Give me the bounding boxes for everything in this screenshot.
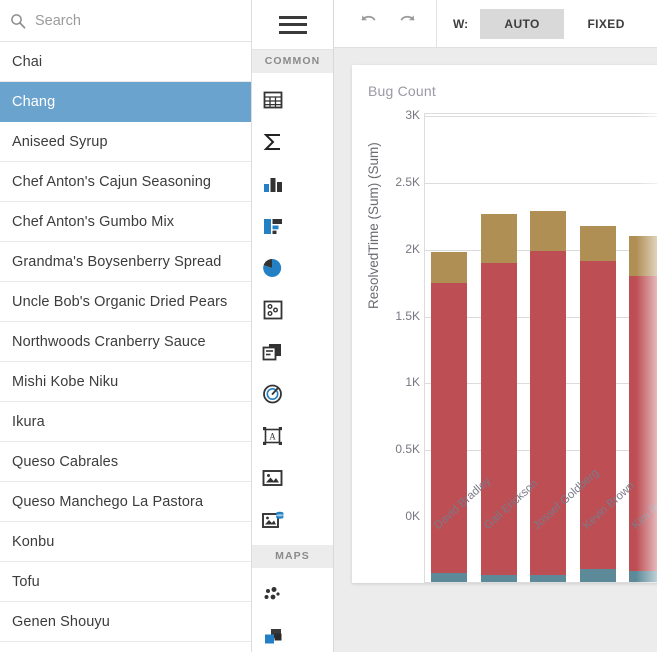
list-item[interactable]: Queso Cabrales xyxy=(0,442,251,482)
bar-segment-tan[interactable] xyxy=(530,211,566,252)
undo-icon xyxy=(357,10,379,37)
sigma-aggregate-tool-button[interactable] xyxy=(252,121,293,163)
grid-line xyxy=(425,182,657,184)
width-control: W: AUTO FIXED xyxy=(445,8,649,39)
y-tick-label: 3K xyxy=(405,108,420,122)
history-controls xyxy=(334,4,428,44)
pie-chart-icon xyxy=(261,257,285,279)
toolbar-divider xyxy=(436,0,437,48)
text-card-icon xyxy=(261,341,284,363)
bar-segment-tan[interactable] xyxy=(431,251,467,283)
image-data-tool-button[interactable] xyxy=(252,499,293,541)
y-tick-label: 1K xyxy=(405,375,420,390)
gauge-icon xyxy=(261,383,284,405)
list-item[interactable]: Ikura xyxy=(0,402,251,442)
list-item[interactable]: Genen Shouyu xyxy=(0,602,251,642)
y-tick-label: 1.5K xyxy=(395,308,420,323)
items-list[interactable]: Chai Chang Aniseed Syrup Chef Anton's Cajun… xyxy=(0,42,251,652)
y-tick-label: 0.5K xyxy=(395,442,420,457)
toolbox-section-grid xyxy=(252,568,333,652)
canvas-area: W: AUTO FIXED Bug Count ResolvedTime (Su… xyxy=(334,0,657,652)
svg-text:A: A xyxy=(269,432,276,442)
grid-table-icon xyxy=(262,89,284,111)
redo-button[interactable] xyxy=(388,4,428,44)
grid-table-tool-button[interactable] xyxy=(252,79,293,121)
point-map-icon xyxy=(261,584,285,606)
toolbox-section-title: MAPS xyxy=(252,545,333,568)
search-icon xyxy=(10,13,26,29)
text-box-tool-button[interactable]: A xyxy=(252,415,293,457)
undo-button[interactable] xyxy=(348,4,388,44)
bar-segment-tan[interactable] xyxy=(480,213,517,264)
image-data-icon xyxy=(261,509,285,531)
list-item[interactable]: Chang xyxy=(0,82,251,122)
width-label: W: xyxy=(453,16,469,31)
list-item[interactable]: Chef Anton's Gumbo Mix xyxy=(0,202,251,242)
shape-map-tool-button[interactable] xyxy=(252,616,293,652)
text-card-tool-button[interactable] xyxy=(252,331,293,373)
image-icon xyxy=(261,467,284,489)
list-item[interactable]: Northwoods Cranberry Sauce xyxy=(0,322,251,362)
list-item[interactable]: Konbu xyxy=(0,522,251,562)
top-toolbar: W: AUTO FIXED xyxy=(334,0,657,48)
list-item[interactable]: Chai xyxy=(0,42,251,82)
redo-icon xyxy=(397,10,419,37)
y-tick-label: 0K xyxy=(405,509,420,523)
y-tick-label: 2.5K xyxy=(395,174,420,189)
search-bar[interactable] xyxy=(0,0,251,42)
list-item[interactable]: Queso Manchego La Pastora xyxy=(0,482,251,522)
width-auto-button[interactable]: AUTO xyxy=(480,8,565,39)
toolbox-section-grid: A xyxy=(252,73,333,545)
bar-chart-icon xyxy=(261,173,285,195)
bar-segment-tan[interactable] xyxy=(629,235,657,276)
width-fixed-button[interactable]: FIXED xyxy=(564,8,649,39)
list-item[interactable]: Uncle Bob's Organic Dried Pears xyxy=(0,282,251,322)
pie-chart-tool-button[interactable] xyxy=(252,247,293,289)
gauge-tool-button[interactable] xyxy=(252,373,293,415)
list-item[interactable]: Aniseed Syrup xyxy=(0,122,251,162)
chart-title: Bug Count xyxy=(368,83,436,99)
y-tick-label: 2K xyxy=(405,241,420,256)
hamburger-menu-button[interactable] xyxy=(252,0,333,50)
bar-chart-tool-button[interactable] xyxy=(252,163,293,205)
width-mode-segmented[interactable]: AUTO FIXED xyxy=(480,8,649,39)
horizontal-bar-chart-tool-button[interactable] xyxy=(252,205,293,247)
list-item[interactable]: Mishi Kobe Niku xyxy=(0,362,251,402)
y-axis-ticks: 0K 0.5K 1K 1.5K 2K 2.5K 3K xyxy=(376,108,420,583)
chart-card[interactable]: Bug Count ResolvedTime (Sum) (Sum) 0K 0.5… xyxy=(352,65,657,583)
sigma-aggregate-icon xyxy=(261,131,285,153)
list-item[interactable]: Tofu xyxy=(0,562,251,602)
app-root: ChaiChangAniseed SyrupChef Anton's Cajun… xyxy=(0,0,657,652)
scatter-plot-icon xyxy=(262,299,284,321)
horizontal-bar-chart-icon xyxy=(261,215,285,237)
items-list-panel: ChaiChangAniseed SyrupChef Anton's Cajun… xyxy=(0,0,252,652)
scatter-plot-tool-button[interactable] xyxy=(252,289,293,331)
chart-plot-area: ResolvedTime (Sum) (Sum) 0K 0.5K 1K 1.5K 2K 2… xyxy=(352,108,657,583)
point-map-tool-button[interactable] xyxy=(252,574,293,616)
toolbox-section-title: COMMON xyxy=(252,50,333,73)
text-box-icon: A xyxy=(261,425,284,447)
widget-toolbox-panel: COMMONAMAPSFILTERLAYOUT xyxy=(252,0,334,652)
x-axis-labels: David Bradley Gail Erickson Jossef Goldber… xyxy=(424,467,657,607)
list-item[interactable]: Grandma's Boysenberry Spread xyxy=(0,242,251,282)
search-input[interactable] xyxy=(35,12,241,29)
grid-line xyxy=(425,116,657,117)
bar-segment-tan[interactable] xyxy=(579,226,616,262)
list-item[interactable]: Chef Anton's Cajun Seasoning xyxy=(0,162,251,202)
hamburger-menu-icon xyxy=(278,15,307,34)
image-tool-button[interactable] xyxy=(252,457,293,499)
shape-map-icon xyxy=(261,626,285,648)
